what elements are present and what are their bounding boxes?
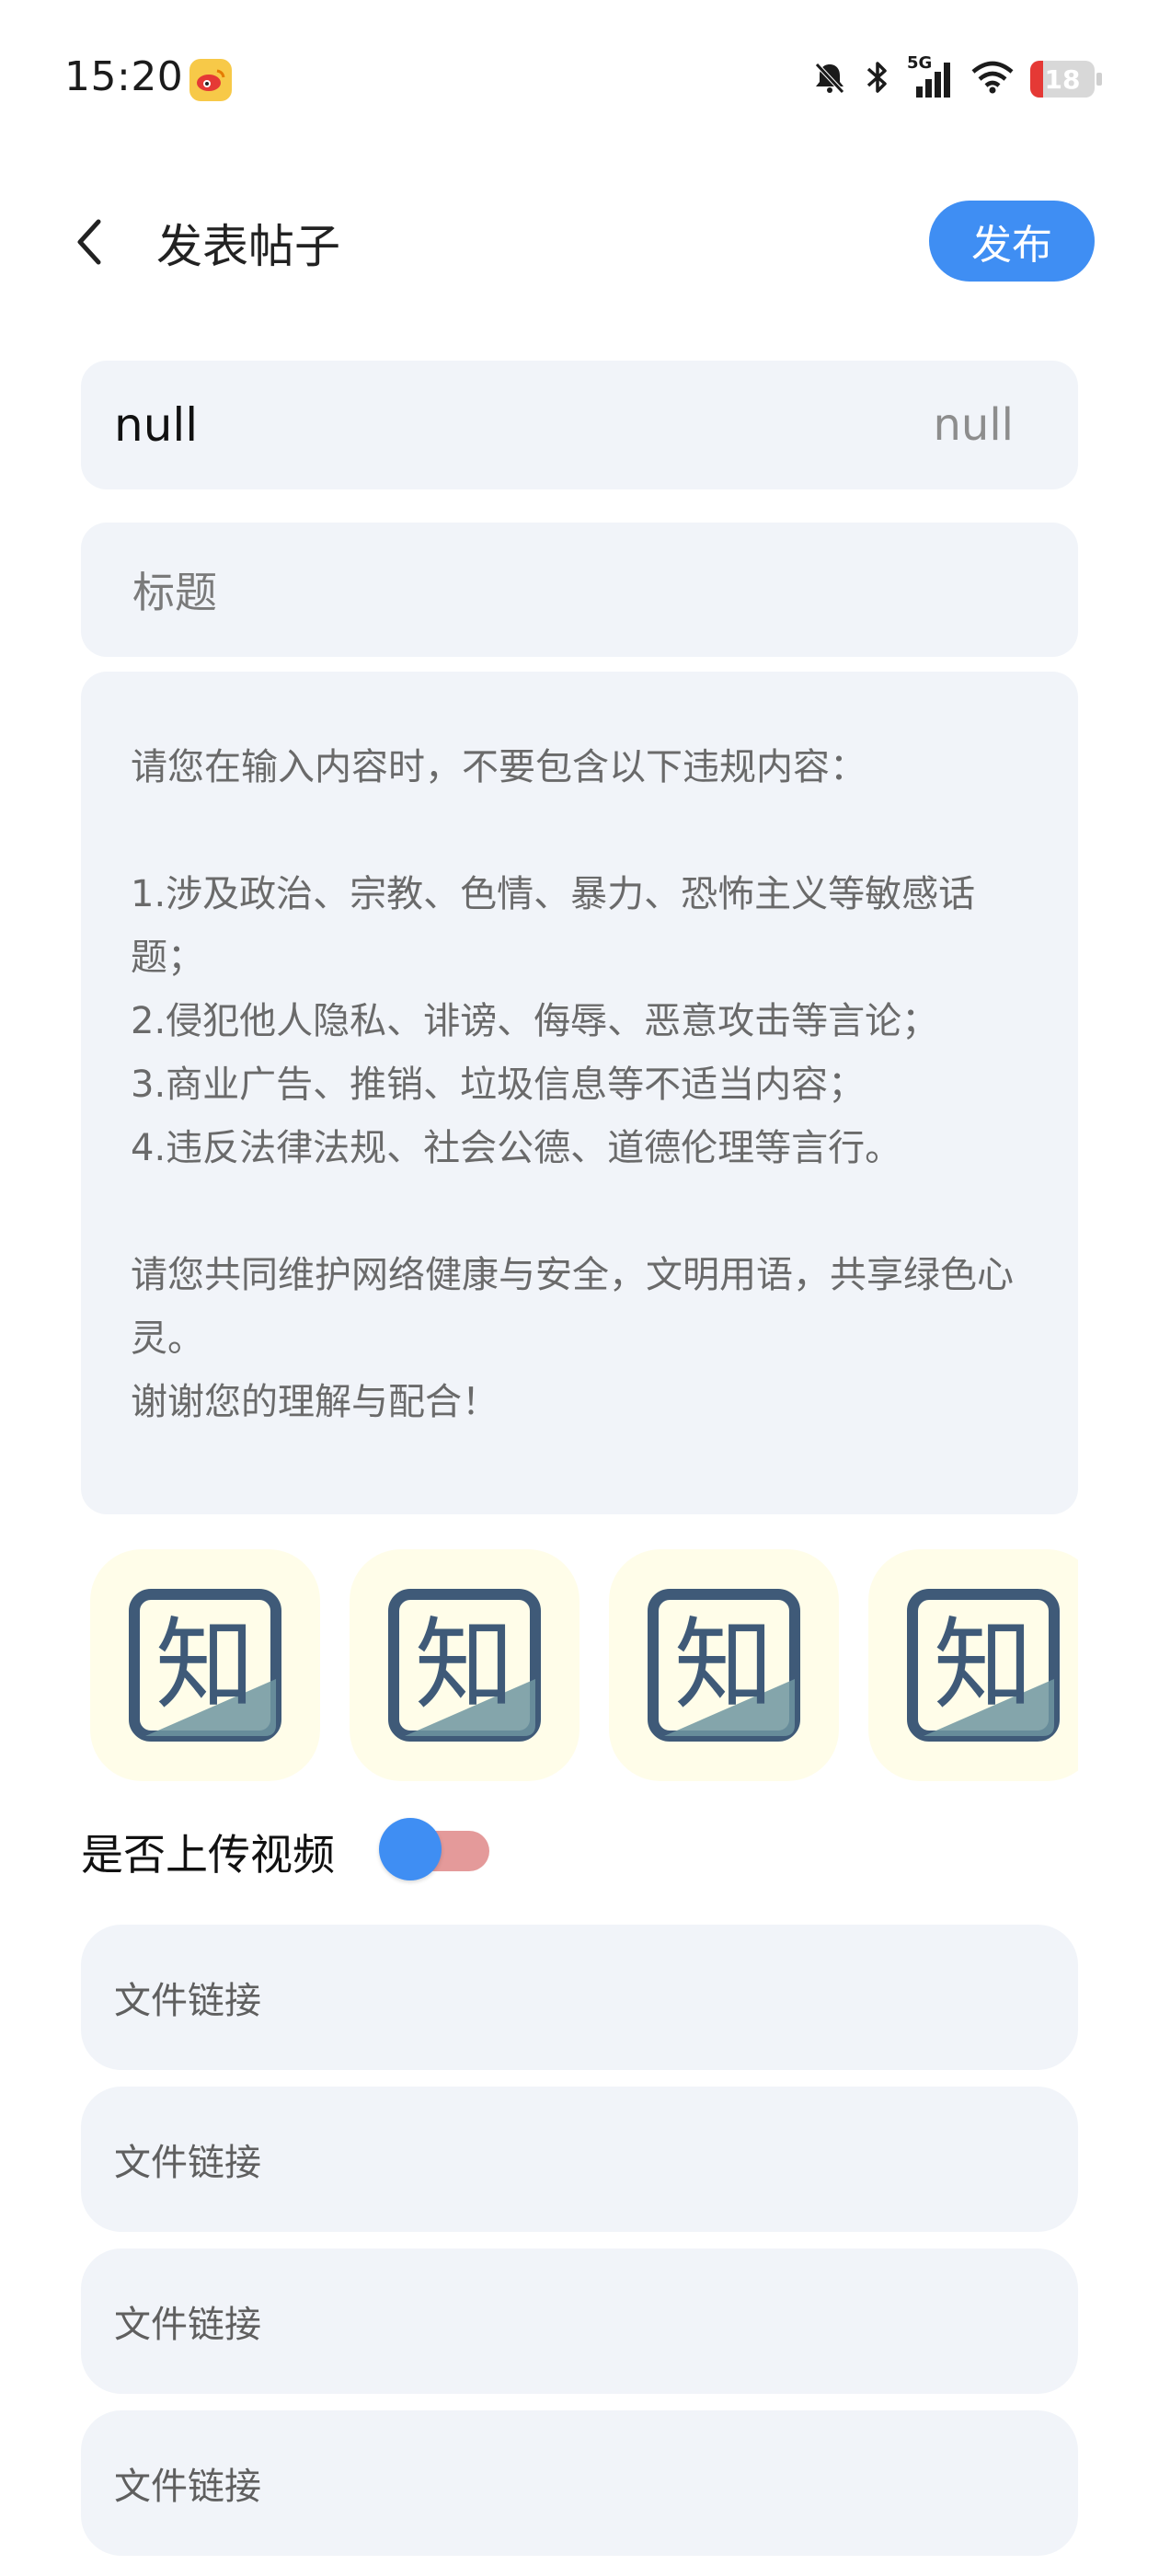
- app-logo-icon: 知: [907, 1589, 1060, 1742]
- signal-icon: 5G: [907, 53, 955, 99]
- page-title: 发表帖子: [156, 220, 340, 273]
- chevron-left-icon: [77, 219, 101, 265]
- app-logo-icon: 知: [129, 1589, 281, 1742]
- svg-text:知: 知: [415, 1608, 514, 1723]
- image-thumbnail[interactable]: 知: [868, 1549, 1078, 1781]
- weibo-icon: [189, 59, 232, 101]
- image-thumbnail[interactable]: 知: [350, 1549, 580, 1781]
- upload-video-label: 是否上传视频: [81, 1830, 335, 1880]
- bluetooth-icon: [865, 58, 890, 100]
- battery-level: 18: [1044, 63, 1081, 95]
- network-type: 5G: [907, 53, 933, 73]
- svg-text:知: 知: [674, 1608, 774, 1723]
- back-button[interactable]: [57, 210, 121, 274]
- mute-bell-icon: [811, 59, 848, 99]
- publish-button[interactable]: 发布: [929, 201, 1095, 282]
- title-input[interactable]: 标题: [81, 523, 1078, 657]
- upload-video-toggle[interactable]: [379, 1818, 489, 1880]
- svg-text:知: 知: [934, 1608, 1033, 1723]
- battery-icon: 18: [1030, 61, 1102, 98]
- app-logo-icon: 知: [388, 1589, 541, 1742]
- file-link-input[interactable]: 文件链接: [81, 1925, 1078, 2070]
- svg-text:知: 知: [155, 1608, 255, 1723]
- content-input[interactable]: 请您在输入内容时，不要包含以下违规内容： 1.涉及政治、宗教、色情、暴力、恐怖主…: [81, 672, 1078, 1514]
- category-selector[interactable]: null null: [81, 361, 1078, 489]
- file-link-input[interactable]: 文件链接: [81, 2248, 1078, 2394]
- image-thumbnail[interactable]: 知: [90, 1549, 320, 1781]
- image-strip[interactable]: 知 知 知 知: [81, 1549, 1078, 1781]
- image-thumbnail[interactable]: 知: [609, 1549, 839, 1781]
- wifi-icon: [971, 61, 1014, 98]
- category-right-value: null: [933, 399, 1014, 451]
- app-logo-icon: 知: [648, 1589, 800, 1742]
- status-time: 15:20: [64, 53, 184, 100]
- file-link-input[interactable]: 文件链接: [81, 2087, 1078, 2232]
- category-left-value: null: [114, 398, 199, 452]
- toggle-knob: [379, 1818, 442, 1880]
- status-icons: 5G 18: [811, 52, 1102, 107]
- file-link-input[interactable]: 文件链接: [81, 2410, 1078, 2556]
